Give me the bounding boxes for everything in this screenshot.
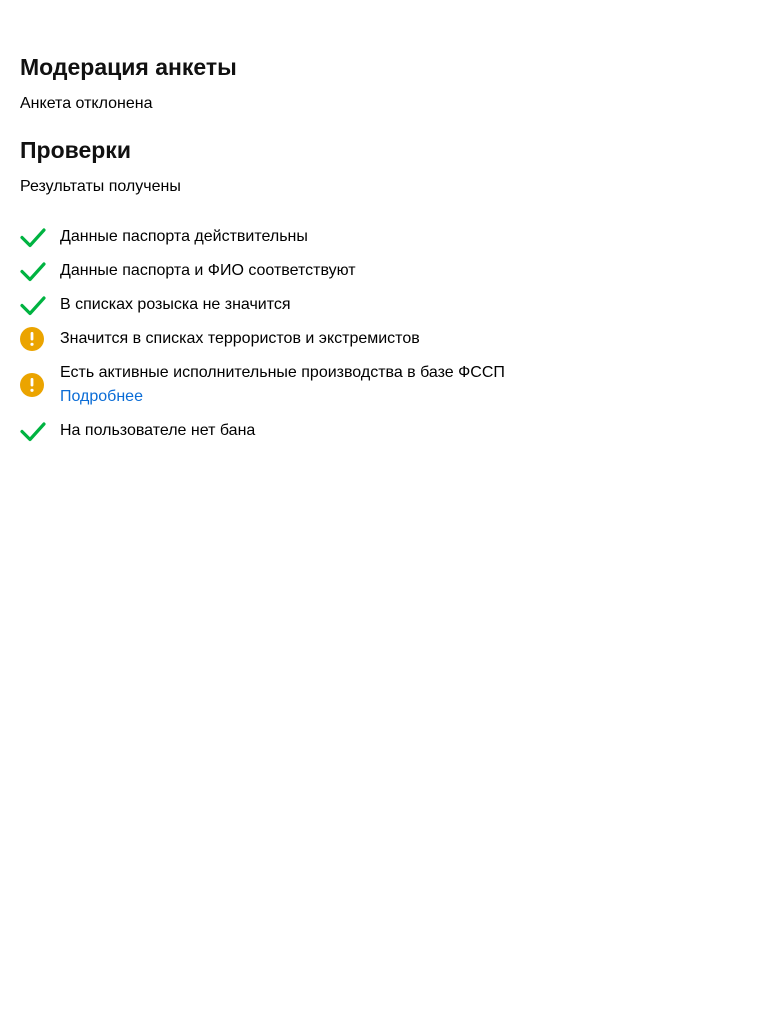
moderation-title: Модерация анкеты: [20, 54, 237, 80]
check-item-no-ban: На пользователе нет бана: [20, 414, 748, 448]
checks-list: Данные паспорта действительны Данные пас…: [20, 197, 748, 448]
check-item-text: Данные паспорта действительны: [60, 228, 308, 245]
moderation-status: Анкета отклонена: [20, 95, 153, 112]
check-item-text: Есть активные исполнительные производств…: [60, 364, 505, 381]
check-item-text: На пользователе нет бана: [60, 422, 256, 439]
checks-title: Проверки: [20, 137, 131, 163]
warning-icon: [20, 326, 46, 352]
checkmark-icon: [20, 224, 46, 250]
checkmark-icon: [20, 258, 46, 284]
check-item-text-block: Есть активные исполнительные производств…: [60, 361, 505, 409]
check-item-terrorist-list: Значится в списках террористов и экстрем…: [20, 322, 748, 356]
check-item-text: Данные паспорта и ФИО соответствуют: [60, 262, 356, 279]
check-item-fssp: Есть активные исполнительные производств…: [20, 356, 748, 414]
check-item-wanted-list: В списках розыска не значится: [20, 288, 748, 322]
details-link[interactable]: Подробнее: [60, 385, 505, 409]
check-item-passport-valid: Данные паспорта действительны: [20, 220, 748, 254]
check-item-text: В списках розыска не значится: [60, 296, 291, 313]
checkmark-icon: [20, 292, 46, 318]
checks-status: Результаты получены: [20, 178, 181, 195]
warning-icon: [20, 372, 46, 398]
check-item-text: Значится в списках террористов и экстрем…: [60, 330, 420, 347]
page: Модерация анкеты Анкета отклонена Провер…: [0, 0, 768, 1024]
checkmark-icon: [20, 418, 46, 444]
check-item-passport-name-match: Данные паспорта и ФИО соответствуют: [20, 254, 748, 288]
